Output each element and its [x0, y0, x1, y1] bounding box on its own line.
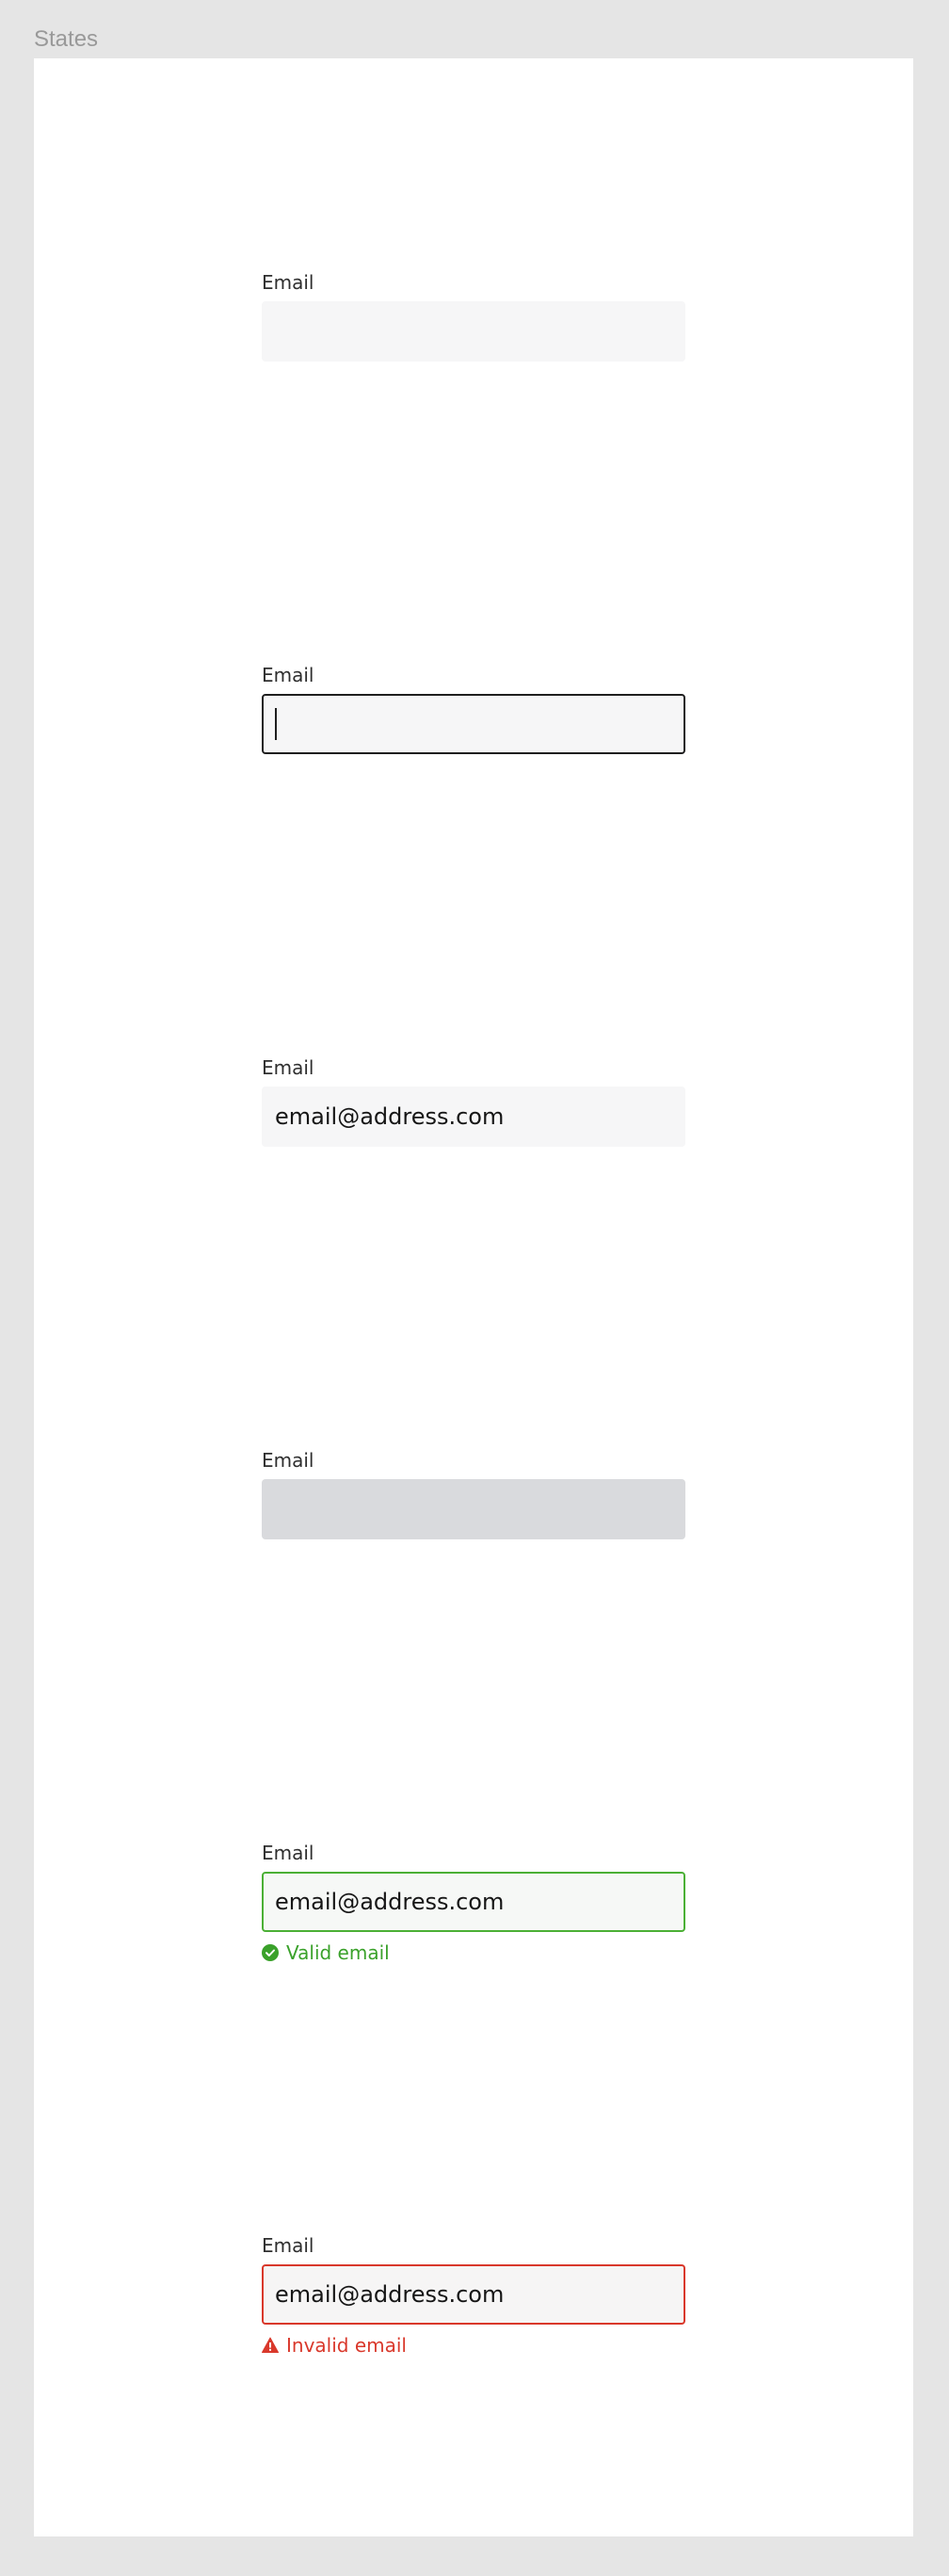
success-message-text: Valid email	[286, 1941, 390, 1964]
email-label: Email	[262, 1449, 314, 1472]
frame-title: States	[34, 26, 99, 52]
email-field-disabled: Email	[262, 1447, 685, 1539]
email-label: Email	[262, 664, 314, 686]
email-input-focused[interactable]	[262, 694, 685, 754]
check-circle-icon	[262, 1944, 279, 1961]
email-label: Email	[262, 1056, 314, 1079]
email-input-success[interactable]: email@address.com	[262, 1872, 685, 1932]
email-field-filled: Email email@address.com	[262, 1055, 685, 1147]
email-input-disabled	[262, 1479, 685, 1539]
error-message-text: Invalid email	[286, 2334, 407, 2357]
states-frame: Email Email Email email@address.com Emai…	[34, 58, 913, 2536]
email-input-filled[interactable]: email@address.com	[262, 1087, 685, 1147]
email-label: Email	[262, 2234, 314, 2257]
text-cursor	[275, 708, 277, 740]
email-input-value: email@address.com	[275, 2281, 505, 2308]
email-input-value: email@address.com	[275, 1103, 505, 1130]
email-input-default[interactable]	[262, 301, 685, 362]
error-message: Invalid email	[262, 2332, 685, 2359]
email-label: Email	[262, 271, 314, 294]
email-field-focused: Email	[262, 662, 685, 754]
email-field-default: Email	[262, 269, 685, 362]
email-field-error: Email email@address.com Invalid email	[262, 2232, 685, 2359]
email-input-error[interactable]: email@address.com	[262, 2264, 685, 2325]
email-field-success: Email email@address.com Valid email	[262, 1840, 685, 1966]
email-input-value: email@address.com	[275, 1889, 505, 1915]
email-label: Email	[262, 1842, 314, 1864]
success-message: Valid email	[262, 1940, 685, 1966]
warning-triangle-icon	[262, 2337, 279, 2353]
